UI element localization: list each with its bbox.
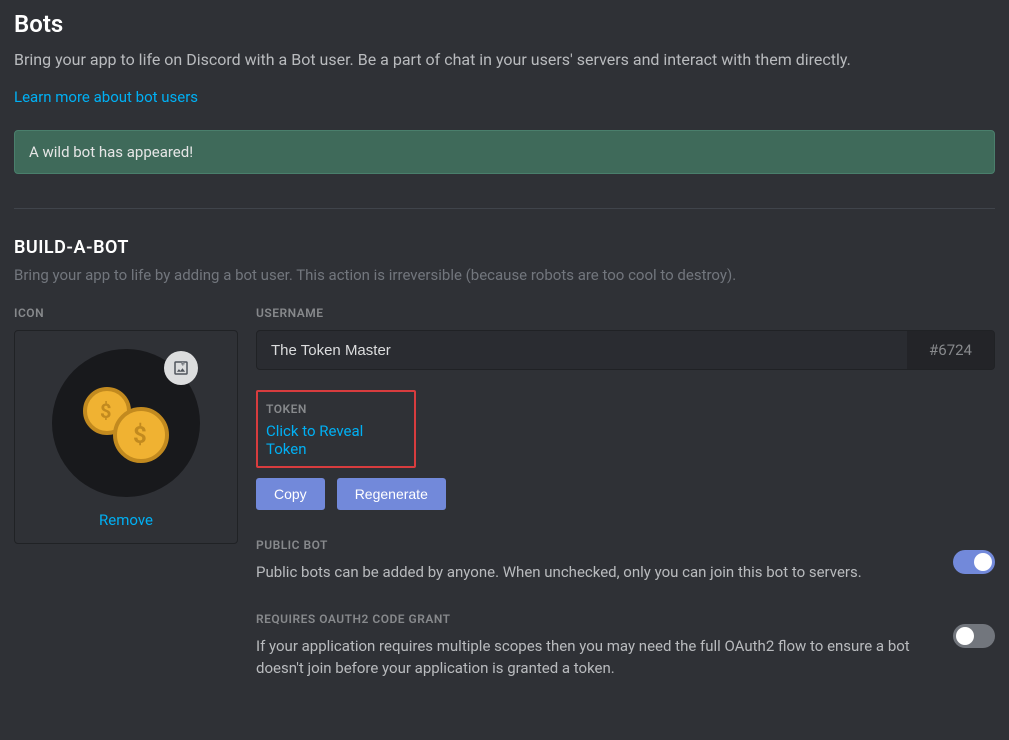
token-section: TOKEN Click to Reveal Token bbox=[256, 390, 416, 468]
username-input[interactable] bbox=[257, 331, 907, 369]
oauth2-label: REQUIRES OAUTH2 CODE GRANT bbox=[256, 612, 929, 626]
oauth2-toggle[interactable] bbox=[953, 624, 995, 648]
regenerate-button[interactable]: Regenerate bbox=[337, 478, 446, 510]
token-label: TOKEN bbox=[266, 402, 406, 416]
upload-image-button[interactable] bbox=[164, 351, 198, 385]
discriminator: #6724 bbox=[907, 331, 994, 369]
toggle-knob bbox=[974, 553, 992, 571]
page-title: Bots bbox=[14, 10, 995, 38]
build-a-bot-description: Bring your app to life by adding a bot u… bbox=[14, 266, 995, 284]
public-bot-label: PUBLIC BOT bbox=[256, 538, 929, 552]
oauth2-description: If your application requires multiple sc… bbox=[256, 636, 929, 680]
alert-text: A wild bot has appeared! bbox=[29, 143, 193, 161]
page-description: Bring your app to life on Discord with a… bbox=[14, 48, 995, 71]
coins-icon: $ $ bbox=[81, 383, 171, 463]
icon-label: ICON bbox=[14, 306, 238, 320]
copy-button[interactable]: Copy bbox=[256, 478, 325, 510]
oauth2-setting: REQUIRES OAUTH2 CODE GRANT If your appli… bbox=[256, 612, 995, 680]
public-bot-setting: PUBLIC BOT Public bots can be added by a… bbox=[256, 538, 995, 584]
image-add-icon bbox=[172, 359, 190, 377]
success-alert: A wild bot has appeared! bbox=[14, 130, 995, 174]
public-bot-description: Public bots can be added by anyone. When… bbox=[256, 562, 929, 584]
reveal-token-link[interactable]: Click to Reveal Token bbox=[266, 422, 406, 458]
username-label: USERNAME bbox=[256, 306, 995, 320]
divider bbox=[14, 208, 995, 209]
build-a-bot-title: BUILD-A-BOT bbox=[14, 237, 995, 258]
public-bot-toggle[interactable] bbox=[953, 550, 995, 574]
username-field-row: #6724 bbox=[256, 330, 995, 370]
icon-upload-box: $ $ Remove bbox=[14, 330, 238, 544]
learn-more-link[interactable]: Learn more about bot users bbox=[14, 88, 198, 106]
toggle-knob bbox=[956, 627, 974, 645]
remove-icon-link[interactable]: Remove bbox=[27, 511, 225, 529]
